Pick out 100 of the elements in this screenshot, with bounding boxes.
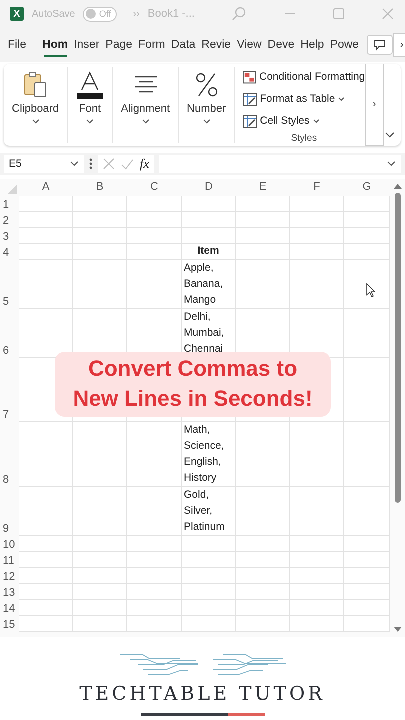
table-cell[interactable] bbox=[73, 552, 127, 568]
table-cell[interactable] bbox=[127, 260, 182, 309]
table-cell[interactable] bbox=[127, 600, 182, 616]
row-header[interactable]: 12 bbox=[0, 568, 19, 584]
row-header[interactable]: 9 bbox=[0, 487, 19, 536]
table-cell[interactable] bbox=[290, 584, 344, 600]
table-cell[interactable] bbox=[182, 228, 236, 244]
table-cell[interactable] bbox=[73, 422, 127, 487]
table-cell[interactable] bbox=[19, 536, 73, 552]
table-cell[interactable] bbox=[182, 584, 236, 600]
ribbon-group-label[interactable]: Number bbox=[187, 103, 226, 115]
maximize-icon[interactable] bbox=[333, 8, 345, 20]
cancel-icon[interactable] bbox=[103, 158, 115, 170]
ribbon-group-label[interactable]: Font bbox=[79, 103, 102, 115]
table-cell[interactable] bbox=[182, 616, 236, 632]
chevron-down-icon[interactable] bbox=[202, 119, 211, 124]
table-cell[interactable]: Gold, Silver, Platinum bbox=[182, 487, 236, 536]
ribbon-tab[interactable]: Powe bbox=[328, 35, 362, 55]
column-header[interactable]: D bbox=[182, 179, 236, 196]
table-cell[interactable] bbox=[344, 568, 390, 584]
table-cell[interactable] bbox=[344, 358, 390, 422]
ribbon-tab[interactable]: Deve bbox=[266, 35, 297, 55]
row-header[interactable]: 15 bbox=[0, 616, 19, 632]
ribbon-tab[interactable]: File bbox=[6, 35, 29, 55]
table-cell[interactable] bbox=[290, 616, 344, 632]
table-cell[interactable] bbox=[236, 616, 290, 632]
formula-input[interactable] bbox=[159, 155, 401, 173]
check-icon[interactable] bbox=[121, 158, 134, 170]
table-cell[interactable] bbox=[127, 212, 182, 228]
tab-scroll-button[interactable]: › bbox=[393, 33, 405, 57]
table-cell[interactable] bbox=[127, 584, 182, 600]
table-cell[interactable] bbox=[344, 309, 390, 358]
table-cell[interactable] bbox=[73, 616, 127, 632]
table-cell[interactable] bbox=[236, 244, 290, 260]
table-cell[interactable] bbox=[127, 616, 182, 632]
table-cell[interactable] bbox=[182, 196, 236, 212]
table-cell[interactable]: Apple, Banana, Mango bbox=[182, 260, 236, 309]
chevron-down-icon[interactable] bbox=[142, 119, 150, 124]
table-cell[interactable] bbox=[19, 552, 73, 568]
table-cell[interactable] bbox=[73, 260, 127, 309]
row-header[interactable]: 1 bbox=[0, 196, 19, 212]
ribbon-tab[interactable]: Hom bbox=[40, 35, 70, 55]
table-cell[interactable] bbox=[290, 228, 344, 244]
table-cell[interactable] bbox=[236, 487, 290, 536]
row-header[interactable]: 11 bbox=[0, 552, 19, 568]
row-header[interactable]: 3 bbox=[0, 228, 19, 244]
drag-handle-icon[interactable] bbox=[89, 158, 93, 170]
table-cell[interactable] bbox=[19, 228, 73, 244]
table-cell[interactable] bbox=[19, 212, 73, 228]
ribbon-group-label[interactable]: Alignment bbox=[121, 103, 170, 115]
row-header[interactable]: 14 bbox=[0, 600, 19, 616]
table-cell[interactable] bbox=[236, 568, 290, 584]
table-cell[interactable] bbox=[127, 244, 182, 260]
table-cell[interactable] bbox=[344, 600, 390, 616]
ribbon-group-label[interactable]: Clipboard bbox=[12, 103, 60, 115]
table-cell[interactable] bbox=[236, 260, 290, 309]
table-cell[interactable] bbox=[73, 228, 127, 244]
style-command[interactable]: Cell Styles bbox=[260, 115, 310, 127]
scroll-down-icon[interactable] bbox=[394, 627, 402, 633]
table-cell[interactable] bbox=[290, 244, 344, 260]
close-icon[interactable] bbox=[381, 7, 395, 21]
style-command[interactable]: Conditional Formatting bbox=[260, 71, 366, 83]
table-cell[interactable] bbox=[19, 568, 73, 584]
table-cell[interactable] bbox=[19, 196, 73, 212]
column-header[interactable]: F bbox=[290, 179, 344, 196]
table-cell[interactable] bbox=[19, 260, 73, 309]
table-cell[interactable] bbox=[290, 568, 344, 584]
table-cell[interactable] bbox=[344, 260, 390, 309]
table-cell[interactable] bbox=[19, 616, 73, 632]
table-cell[interactable] bbox=[127, 568, 182, 584]
row-header[interactable]: 7 bbox=[0, 358, 19, 422]
table-cell[interactable] bbox=[127, 487, 182, 536]
table-cell[interactable] bbox=[182, 600, 236, 616]
table-cell[interactable] bbox=[182, 552, 236, 568]
table-cell[interactable] bbox=[19, 422, 73, 487]
column-header[interactable]: C bbox=[127, 179, 182, 196]
table-cell[interactable]: Item bbox=[182, 244, 236, 260]
row-header[interactable]: 5 bbox=[0, 260, 19, 309]
table-cell[interactable] bbox=[73, 568, 127, 584]
table-cell[interactable] bbox=[344, 228, 390, 244]
ribbon-scroll-button[interactable]: › bbox=[365, 64, 384, 146]
ribbon-tab[interactable]: Inser bbox=[72, 35, 102, 55]
table-cell[interactable] bbox=[19, 244, 73, 260]
table-cell[interactable] bbox=[290, 536, 344, 552]
table-cell[interactable] bbox=[236, 228, 290, 244]
table-cell[interactable] bbox=[344, 212, 390, 228]
table-cell[interactable] bbox=[73, 600, 127, 616]
table-cell[interactable] bbox=[127, 196, 182, 212]
table-cell[interactable] bbox=[344, 584, 390, 600]
table-cell[interactable] bbox=[290, 309, 344, 358]
table-cell[interactable] bbox=[73, 212, 127, 228]
table-cell[interactable] bbox=[182, 568, 236, 584]
table-cell[interactable] bbox=[182, 536, 236, 552]
table-cell[interactable] bbox=[344, 487, 390, 536]
ribbon-tab[interactable]: Revie bbox=[200, 35, 234, 55]
table-cell[interactable] bbox=[344, 244, 390, 260]
table-cell[interactable] bbox=[73, 196, 127, 212]
row-header[interactable]: 8 bbox=[0, 422, 19, 487]
table-cell[interactable] bbox=[73, 584, 127, 600]
table-cell[interactable] bbox=[127, 422, 182, 487]
